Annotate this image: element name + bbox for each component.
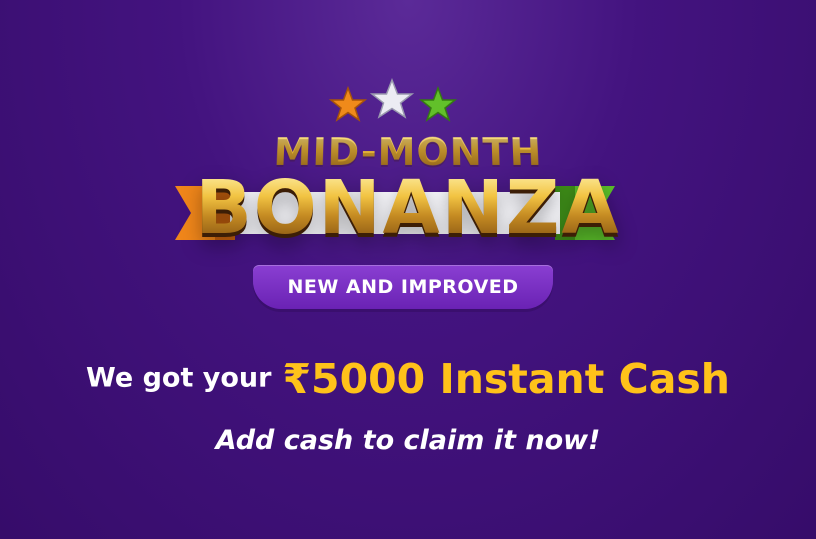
- stars-group: [328, 78, 458, 122]
- offer-amount: ₹5000 Instant Cash: [282, 354, 730, 403]
- green-star-icon: [418, 85, 458, 122]
- offer-line: We got your ₹5000 Instant Cash: [0, 350, 816, 407]
- orange-star-icon: [328, 85, 368, 122]
- cta-text[interactable]: Add cash to claim it now!: [0, 421, 816, 461]
- title-main: BONANZA: [0, 168, 816, 248]
- silver-star-icon: [369, 78, 415, 119]
- tag-label: NEW AND IMPROVED: [287, 276, 519, 298]
- promo-banner[interactable]: MID-MONTH BONANZA NEW AND IMPROVED We go…: [0, 0, 816, 539]
- offer-prefix: We got your: [86, 362, 272, 394]
